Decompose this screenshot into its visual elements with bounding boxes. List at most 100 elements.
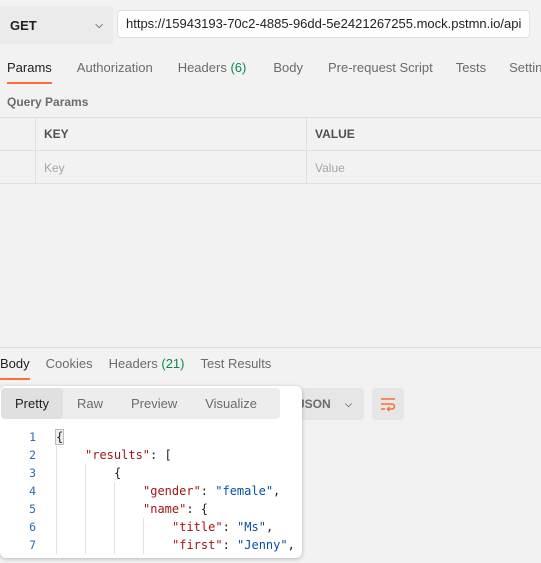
indent-guide <box>114 482 115 500</box>
response-tab-cookies[interactable]: Cookies <box>46 356 93 380</box>
tab-settings[interactable]: Settings <box>509 58 541 86</box>
params-row: Key Value <box>0 151 541 184</box>
indent-guide <box>85 518 86 536</box>
params-row-check[interactable] <box>0 151 36 184</box>
code-token: "Jenny" <box>237 538 288 552</box>
indent-guide <box>114 518 115 536</box>
request-tabs: Params Authorization Headers (6) Body Pre-re… <box>0 58 541 86</box>
indent-guide <box>56 446 57 464</box>
tab-headers[interactable]: Headers (6) <box>178 58 247 86</box>
tab-tests[interactable]: Tests <box>456 58 486 86</box>
code-text: { <box>54 428 65 446</box>
indent-guide <box>56 536 57 554</box>
tab-body[interactable]: Body <box>273 58 303 86</box>
line-number: 7 <box>29 538 36 552</box>
query-params-title: Query Params <box>7 95 89 109</box>
indent-guide <box>143 536 144 554</box>
indent-guide <box>114 536 115 554</box>
code-text: "title": "Ms", <box>172 518 273 536</box>
tab-label: Cookies <box>45 356 93 371</box>
indent-guide <box>85 536 86 554</box>
tab-params[interactable]: Params <box>7 58 52 86</box>
chevron-down-icon: ⌵ <box>345 398 352 409</box>
url-input[interactable]: https://15943193-70c2-4885-96dd-5e242126… <box>117 10 530 38</box>
code-token: "gender" <box>143 484 201 498</box>
line-number: 2 <box>29 448 36 462</box>
wrap-lines-icon <box>381 398 396 412</box>
params-check-header <box>0 118 36 150</box>
tab-label: Test Results <box>200 356 272 371</box>
line-number: 1 <box>29 430 36 444</box>
method-select[interactable]: GET ⌵ <box>0 6 113 44</box>
code-line: 2 "results": [ <box>0 446 302 464</box>
code-text: "name": { <box>143 500 208 518</box>
tab-label: Tests <box>455 60 487 75</box>
method-label: GET <box>10 17 37 33</box>
value-column-header: VALUE <box>315 127 355 141</box>
code-token: { <box>54 429 65 445</box>
response-tabs: Body Cookies Headers (21) Test Results <box>0 356 271 380</box>
code-token: "title" <box>172 520 223 534</box>
indent-guide <box>56 464 57 482</box>
code-token: : <box>222 520 238 534</box>
code-line: 4 "gender": "female", <box>0 482 302 500</box>
tab-label: Authorization <box>76 60 153 75</box>
view-visualize-button[interactable]: Visualize <box>191 388 271 419</box>
code-line: 7 "first": "Jenny", <box>0 536 302 554</box>
tab-pre-request-script[interactable]: Pre-request Script <box>328 58 433 86</box>
code-token: "female" <box>215 484 274 498</box>
format-label: JSON <box>298 397 331 411</box>
indent-guide <box>56 500 57 518</box>
indent-guide <box>143 518 144 536</box>
code-line: 1{ <box>0 428 302 446</box>
code-line: 6 "title": "Ms", <box>0 518 302 536</box>
tab-label: Body <box>273 60 303 75</box>
response-tab-headers[interactable]: Headers (21) <box>109 356 185 380</box>
code-token: , <box>273 484 281 498</box>
tab-authorization[interactable]: Authorization <box>77 58 153 86</box>
indent-guide <box>85 464 86 482</box>
code-token: , <box>287 538 295 552</box>
value-input[interactable]: Value <box>307 151 541 184</box>
response-tab-test-results[interactable]: Test Results <box>201 356 272 380</box>
tab-label: Headers <box>177 60 227 75</box>
code-token: { <box>114 466 122 480</box>
indent-guide <box>56 482 57 500</box>
code-text: { <box>114 464 121 482</box>
code-token: "results" <box>85 448 151 462</box>
tab-count: (6) <box>230 60 247 75</box>
code-token: "first" <box>172 538 223 552</box>
indent-guide <box>114 500 115 518</box>
tab-label: Pre-request Script <box>327 60 433 75</box>
params-header-row: KEY VALUE <box>0 118 541 151</box>
line-number: 3 <box>29 466 36 480</box>
view-preview-button[interactable]: Preview <box>117 388 191 419</box>
code-token: : { <box>186 502 209 516</box>
code-token: : <box>222 538 238 552</box>
tab-label: Params <box>7 60 52 75</box>
code-token: : [ <box>150 448 172 462</box>
tab-count: (21) <box>161 356 185 371</box>
code-line: 3{ <box>0 464 302 482</box>
code-token: , <box>265 520 274 534</box>
chevron-down-icon: ⌵ <box>95 19 103 31</box>
key-column-header: KEY <box>36 118 307 150</box>
response-tab-body[interactable]: Body <box>0 356 30 380</box>
indent-guide <box>85 482 86 500</box>
key-input[interactable]: Key <box>36 151 307 184</box>
view-raw-button[interactable]: Raw <box>63 388 117 419</box>
code-line: 5 "name": { <box>0 500 302 518</box>
code-token: : <box>200 484 216 498</box>
response-body-panel: Pretty Raw Preview Visualize 1{2 "results": … <box>0 386 302 558</box>
tab-label: Headers <box>108 356 158 371</box>
indent-guide <box>56 518 57 536</box>
code-text: "first": "Jenny", <box>172 536 295 554</box>
pane-divider[interactable] <box>0 347 541 348</box>
code-view[interactable]: 1{2 "results": [3{4 "gender": "female", 5 "n… <box>0 428 302 554</box>
code-token: "name" <box>143 502 187 516</box>
tab-label: Settings <box>509 60 541 75</box>
params-table: KEY VALUE Key Value <box>0 117 541 184</box>
wrap-lines-button[interactable] <box>372 388 404 420</box>
line-number: 6 <box>29 520 36 534</box>
view-pretty-button[interactable]: Pretty <box>1 388 63 419</box>
